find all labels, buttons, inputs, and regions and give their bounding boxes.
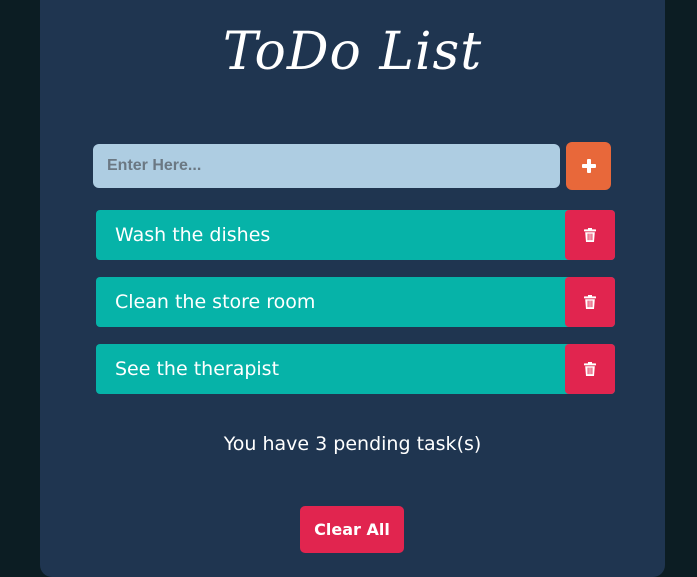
plus-icon <box>581 159 596 173</box>
add-task-button[interactable] <box>566 142 611 190</box>
todo-item: Clean the store room <box>96 277 615 327</box>
todo-item: See the therapist <box>96 344 615 394</box>
todo-text: See the therapist <box>115 358 280 380</box>
delete-task-button[interactable] <box>565 344 615 394</box>
todo-item: Wash the dishes <box>96 210 615 260</box>
todo-list: Wash the dishes Clean the store room See… <box>96 210 615 411</box>
trash-icon <box>584 228 596 242</box>
clear-all-button[interactable]: Clear All <box>300 506 404 553</box>
todo-text: Wash the dishes <box>115 224 271 246</box>
input-row <box>93 142 611 191</box>
pending-count-text: You have 3 pending task(s) <box>40 433 665 455</box>
trash-icon <box>584 295 596 309</box>
pending-suffix: pending task(s) <box>333 433 482 455</box>
pending-count: 3 <box>315 433 328 455</box>
delete-task-button[interactable] <box>565 210 615 260</box>
pending-prefix: You have <box>223 433 310 455</box>
todo-card: ToDo List Wash the dishes <box>40 0 665 577</box>
trash-icon <box>584 362 596 376</box>
todo-text: Clean the store room <box>115 291 316 313</box>
app-title: ToDo List <box>222 22 483 82</box>
task-input[interactable] <box>93 144 560 188</box>
delete-task-button[interactable] <box>565 277 615 327</box>
